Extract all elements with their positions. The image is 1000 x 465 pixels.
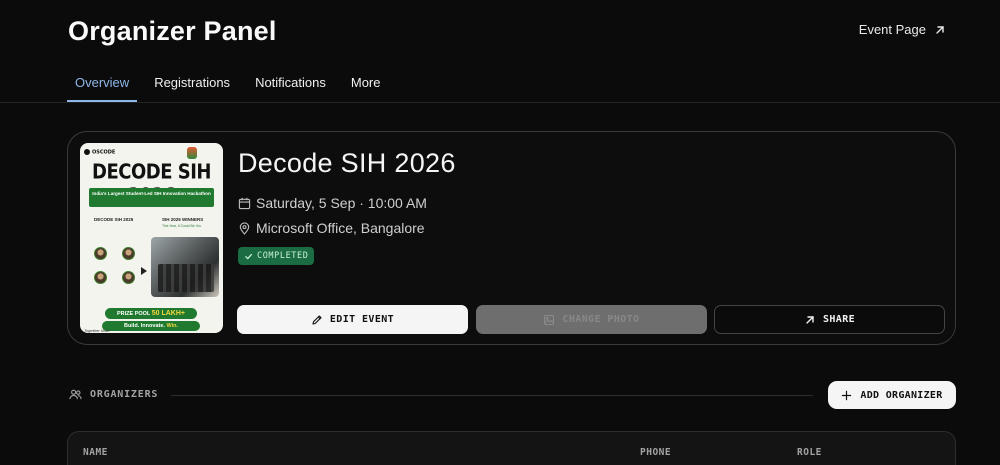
tab-registrations[interactable]: Registrations [146,73,238,102]
map-pin-icon [239,221,250,235]
arrow-up-right-icon [806,315,814,324]
poster-left-heading: DECODE SIH 2025 [94,217,134,222]
tab-more[interactable]: More [343,73,389,102]
tabs-divider [0,102,1000,103]
poster-tagline: Together Now! [84,328,110,333]
change-photo-button[interactable]: CHANGE PHOTO [476,305,707,334]
status-badge-label: COMPLETED [257,251,309,261]
column-header-role[interactable]: ROLE [797,447,822,458]
section-divider [171,395,813,396]
edit-event-label: EDIT EVENT [329,314,395,325]
change-photo-label: CHANGE PHOTO [562,314,640,325]
add-organizer-label: ADD ORGANIZER [860,389,943,401]
plus-icon [842,390,852,400]
image-icon [544,314,555,325]
event-date: Saturday, 5 Sep · 10:00 AM [238,195,427,211]
event-page-link-label: Event Page [858,22,926,37]
event-location: Microsoft Office, Bangalore [238,220,425,236]
poster-avatar [94,247,107,260]
event-date-text: Saturday, 5 Sep · 10:00 AM [256,195,427,211]
organizers-table: NAME PHONE ROLE [67,431,956,465]
share-button[interactable]: SHARE [714,305,945,334]
calendar-icon [238,197,251,209]
poster-right-heading: SIH 2025 WINNERS [162,217,204,222]
poster-prize-pool: PRIZE POOL 50 LAKH+ [105,308,197,319]
event-location-text: Microsoft Office, Bangalore [256,220,425,236]
poster-avatar [122,247,135,260]
pencil-icon [312,314,322,325]
poster-seal-icon [187,147,197,159]
share-label: SHARE [822,314,856,325]
tab-overview[interactable]: Overview [67,73,138,102]
event-title: Decode SIH 2026 [238,148,456,178]
poster-people [158,264,214,292]
column-header-name[interactable]: NAME [83,447,108,458]
poster-logo: OSCODE [84,149,115,156]
poster-banner: India's Largest Student-Led SIH Innovati… [89,188,214,207]
organizers-section-label: ORGANIZERS [90,389,159,400]
add-organizer-button[interactable]: ADD ORGANIZER [828,381,956,409]
tab-notifications[interactable]: Notifications [247,73,334,102]
event-card: OSCODE DECODE SIH 2026 India's Largest S… [67,131,956,345]
poster-slogan: Build. Innovate. Win. [102,321,200,331]
users-icon [69,389,82,400]
edit-event-button[interactable]: EDIT EVENT [237,305,468,334]
poster-avatar [94,271,107,284]
event-page-link[interactable]: Event Page [859,22,946,37]
organizers-section-header: ORGANIZERS [69,388,158,401]
event-poster: OSCODE DECODE SIH 2026 India's Largest S… [80,143,223,333]
page-title: Organizer Panel [68,16,277,46]
poster-arrow-icon [141,267,147,275]
status-badge: COMPLETED [238,247,315,265]
arrow-up-right-icon [936,25,944,34]
poster-avatar [122,271,135,284]
check-icon [245,253,253,259]
tab-bar: Overview Registrations Notifications Mor… [67,73,398,103]
column-header-phone[interactable]: PHONE [640,447,671,458]
poster-right-sub: This Year, It Could Be You [162,224,202,228]
